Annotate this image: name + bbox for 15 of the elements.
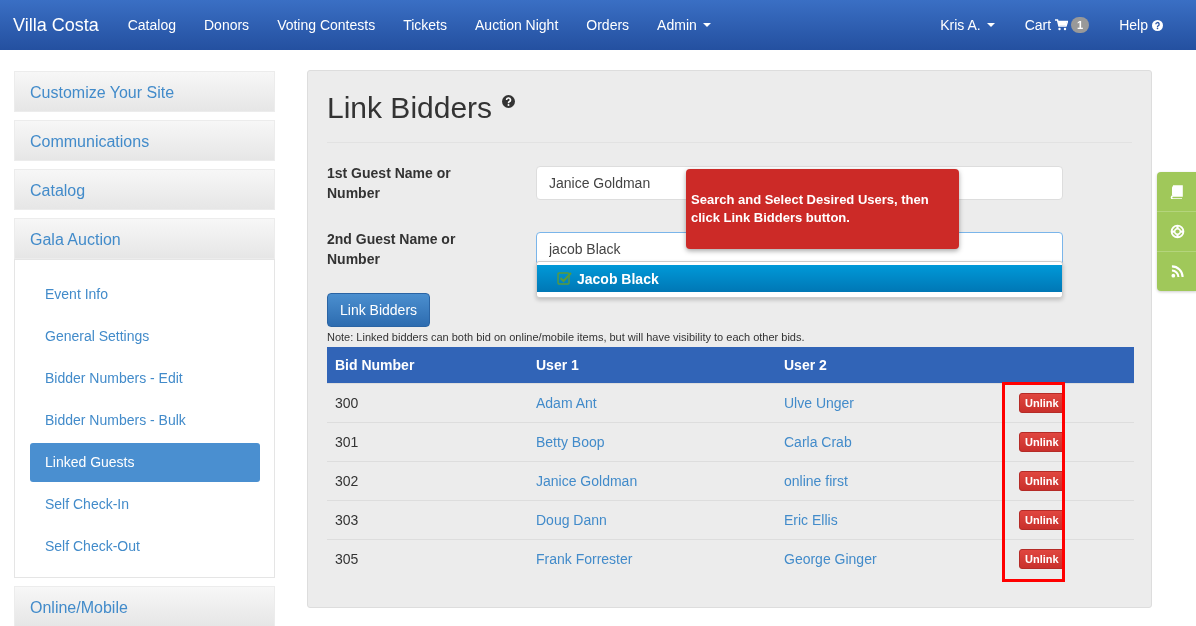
table-cell: 305: [327, 539, 528, 578]
option-label: Jacob Black: [577, 270, 659, 287]
column-header: User 1: [528, 347, 776, 384]
note-text: Note: Linked bidders can both bid on online/mobile items, but will have visibility to each other bids.: [327, 331, 806, 343]
column-header: User 2: [776, 347, 1003, 384]
table-cell: 303: [327, 500, 528, 540]
column-header: Bid Number: [327, 347, 528, 384]
table-cell: 301: [327, 422, 528, 462]
field-label: 2nd Guest Name or Number: [327, 230, 457, 269]
field-label: 1st Guest Name or Number: [327, 164, 452, 203]
table-cell: 300: [327, 383, 528, 423]
instruction-tooltip: Search and Select Desired Users, then click Link Bidders button.: [686, 169, 959, 249]
table-cell: 302: [327, 461, 528, 501]
cart-count-badge: 1: [1071, 17, 1090, 33]
page-title: Link Bidders: [327, 90, 493, 126]
